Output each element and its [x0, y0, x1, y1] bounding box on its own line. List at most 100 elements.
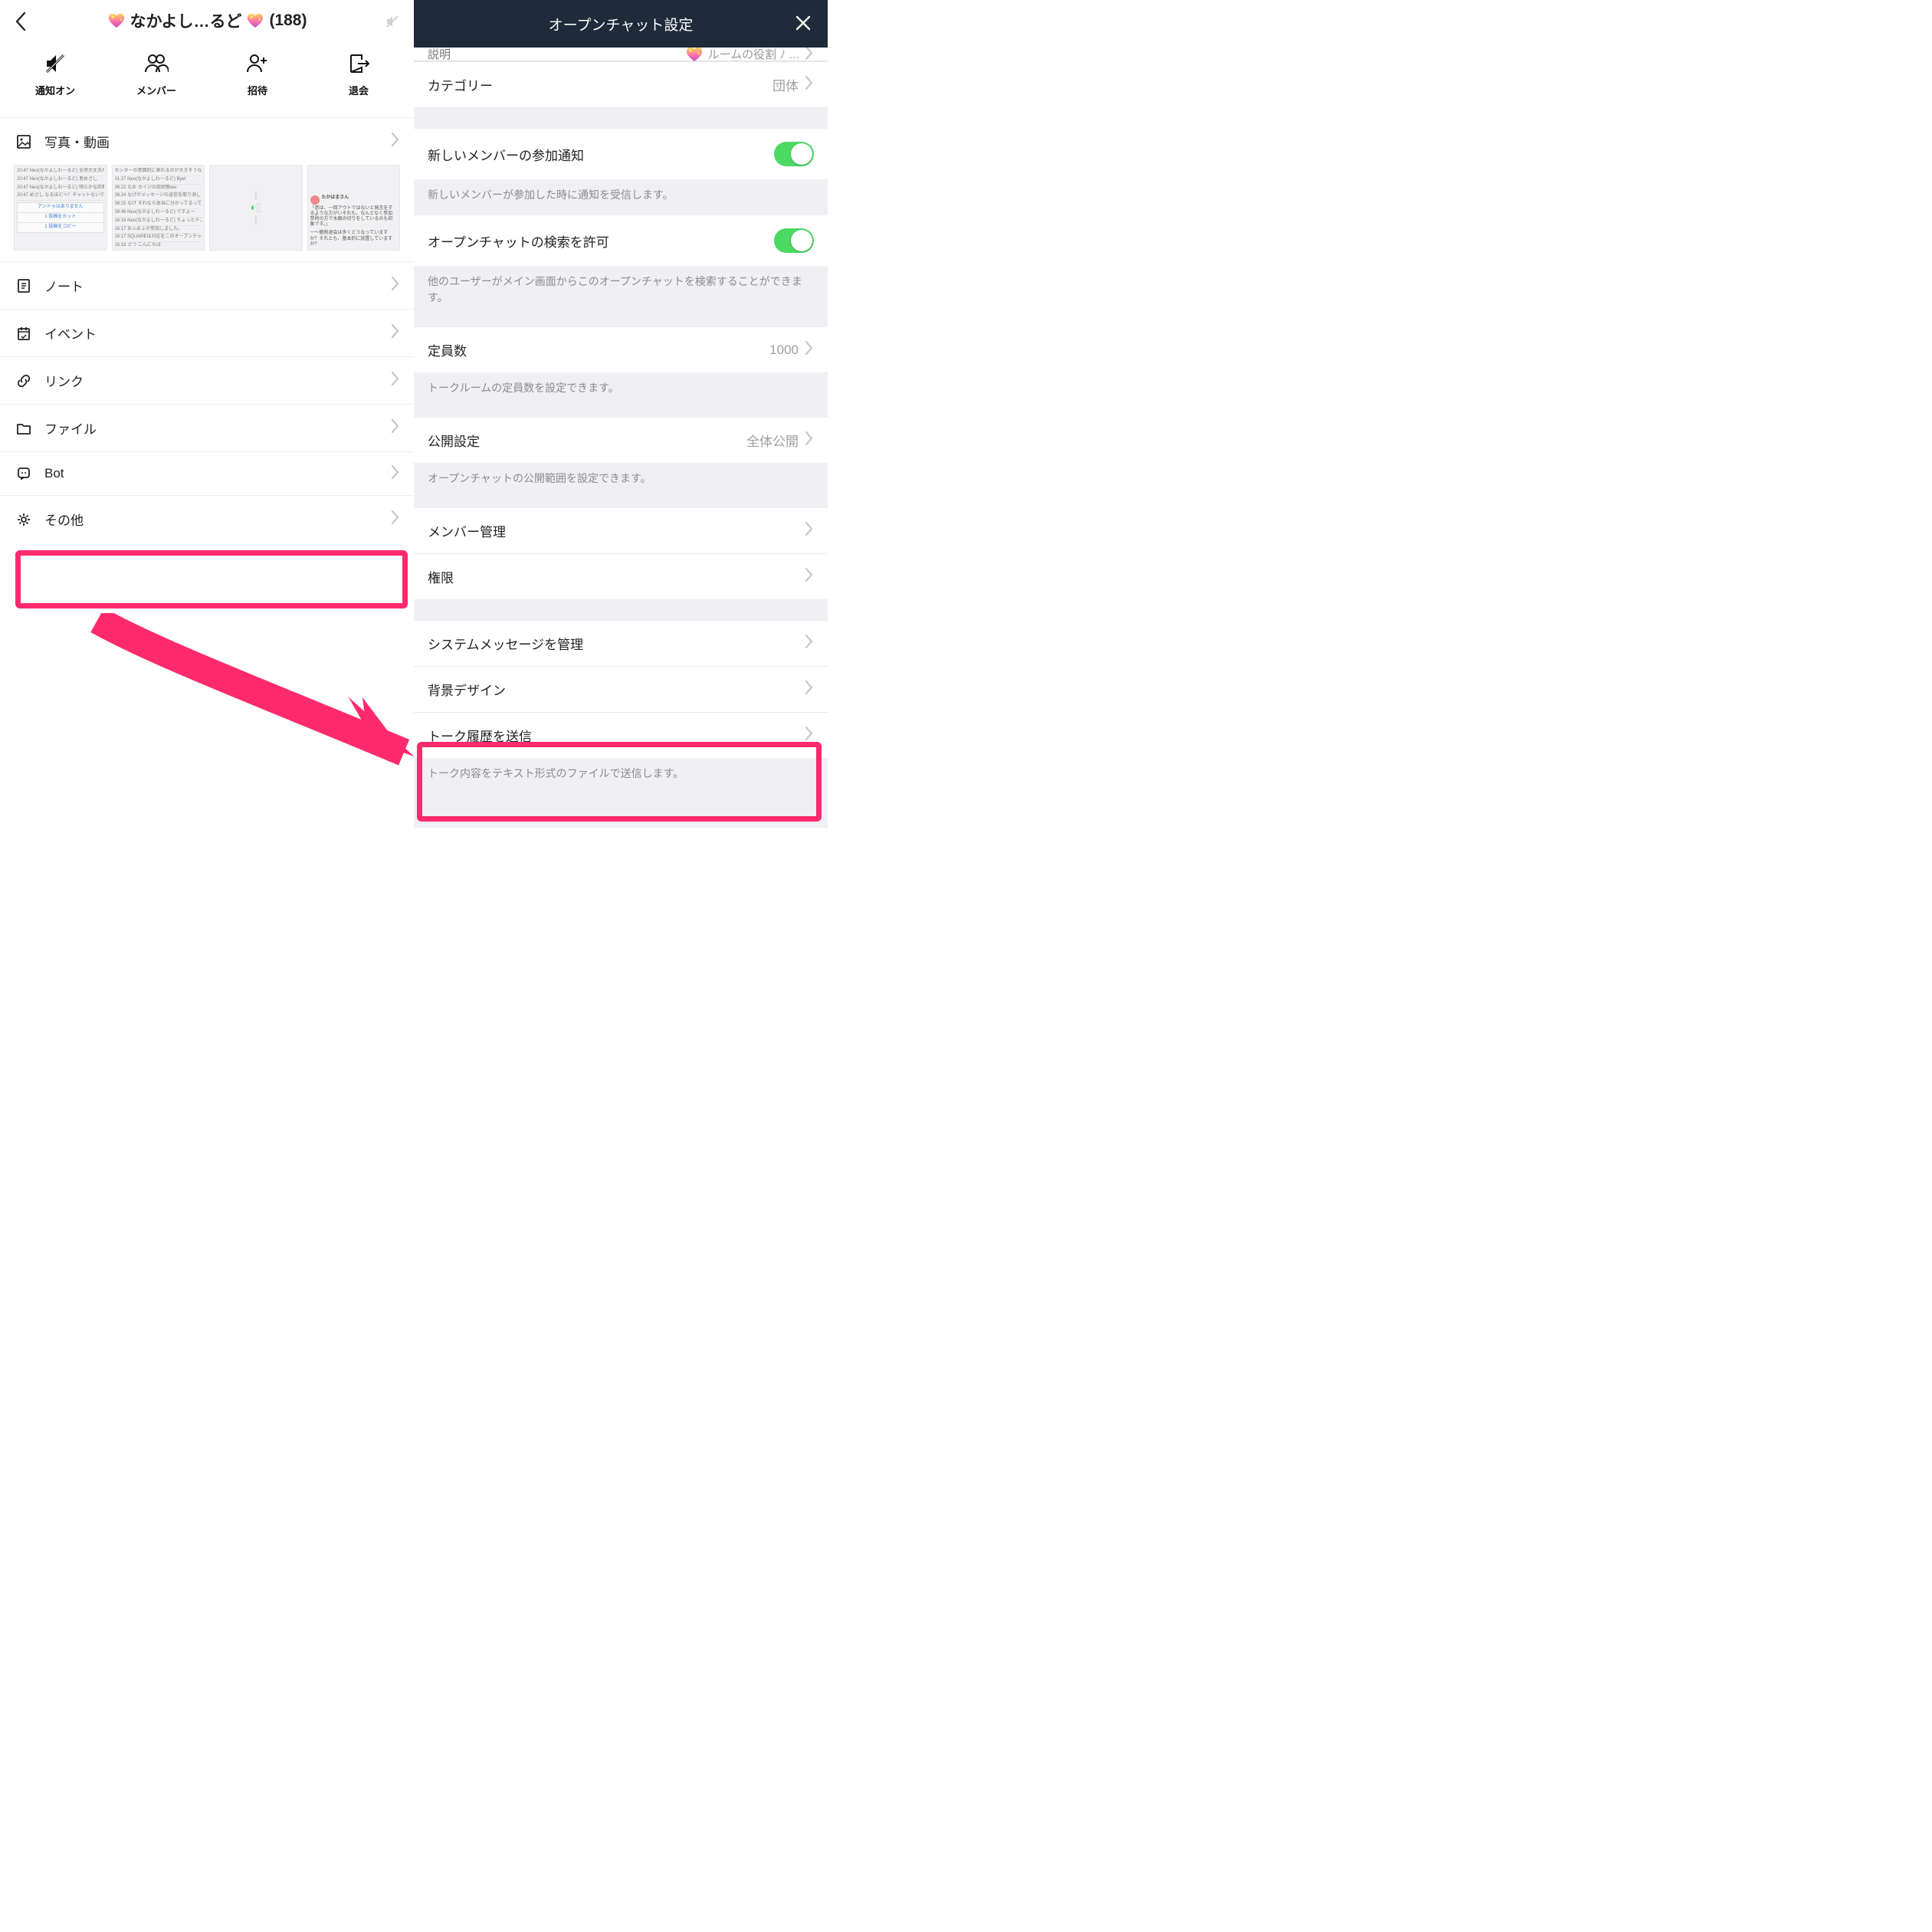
members-icon: [144, 52, 169, 75]
exit-icon: [347, 52, 370, 75]
bot-label: Bot: [44, 466, 64, 481]
chat-menu-screen: なかよし…るど (188) 通知オン メンバー 招待 退会 写真・動画: [0, 0, 414, 828]
files-row[interactable]: ファイル: [0, 404, 414, 451]
background-design-row[interactable]: 背景デザイン: [414, 666, 828, 712]
sparkle-heart-icon: [685, 45, 704, 64]
notes-row[interactable]: ノート: [0, 261, 414, 309]
events-row[interactable]: イベント: [0, 309, 414, 356]
members-button[interactable]: メンバー: [106, 52, 207, 97]
chevron-right-icon: [391, 133, 400, 150]
chat-title-text: なかよし…るど: [130, 9, 242, 32]
thumbnail[interactable]: [209, 165, 303, 251]
openchat-settings-screen: オープンチャット設定 説明 ルームの役割 ﾉ … カテゴリー 団体 新しいメンバ…: [414, 0, 828, 828]
sparkle-heart-icon: [107, 11, 126, 30]
bot-icon: [15, 466, 32, 481]
category-label: カテゴリー: [428, 75, 493, 94]
notes-label: ノート: [44, 276, 84, 295]
visibility-value: 全体公開: [746, 431, 799, 450]
muted-icon: [385, 14, 400, 33]
chevron-right-icon: [805, 431, 814, 449]
note-icon: [15, 278, 32, 294]
chevron-right-icon: [805, 635, 814, 652]
member-management-label: メンバー管理: [428, 521, 506, 540]
allow-search-desc: 他のユーザーがメイン画面からこのオープンチャットを検索することができます。: [414, 266, 828, 318]
send-talk-history-desc: トーク内容をテキスト形式のファイルで送信します。: [414, 758, 828, 800]
chevron-right-icon: [805, 76, 814, 93]
settings-header: オープンチャット設定: [414, 0, 828, 48]
permissions-row[interactable]: 権限: [414, 553, 828, 599]
chat-member-count: (188): [269, 11, 307, 30]
chevron-right-icon: [805, 341, 814, 359]
invite-button[interactable]: 招待: [207, 52, 308, 97]
link-icon: [15, 373, 32, 389]
gear-icon: [15, 512, 32, 527]
category-value: 団体: [772, 75, 799, 94]
chevron-right-icon: [805, 568, 814, 586]
capacity-label: 定員数: [428, 340, 467, 359]
chevron-right-icon: [391, 324, 400, 342]
permissions-label: 権限: [428, 567, 454, 586]
bot-row[interactable]: Bot: [0, 451, 414, 495]
new-member-notification-label: 新しいメンバーの参加通知: [428, 145, 584, 164]
thumbnail[interactable]: たかはまさん 「意は、一回アウトではないと発言をするような方がいそれも、なんとな…: [307, 165, 401, 251]
background-design-label: 背景デザイン: [428, 680, 506, 699]
description-row-peek[interactable]: 説明 ルームの役割 ﾉ …: [414, 48, 828, 61]
capacity-row[interactable]: 定員数 1000: [414, 327, 828, 372]
folder-icon: [15, 421, 32, 436]
allow-search-row: オープンチャットの検索を許可: [414, 215, 828, 266]
chevron-right-icon: [391, 372, 400, 389]
new-member-notification-row: 新しいメンバーの参加通知: [414, 129, 828, 179]
media-thumbnails: 20:47 Neo(なかよしわーるど) 全然大丈夫だと思いますよ 20:47 N…: [0, 165, 414, 261]
visibility-row[interactable]: 公開設定 全体公開: [414, 418, 828, 463]
member-management-row[interactable]: メンバー管理: [414, 508, 828, 553]
chevron-right-icon: [391, 419, 400, 437]
notifications-on-button[interactable]: 通知オン: [5, 52, 106, 97]
settings-title: オープンチャット設定: [549, 14, 694, 34]
allow-search-label: オープンチャットの検索を許可: [428, 231, 609, 251]
send-talk-history-row[interactable]: トーク履歴を送信: [414, 712, 828, 758]
other-label: その他: [44, 510, 84, 529]
visibility-desc: オープンチャットの公開範囲を設定できます。: [414, 463, 828, 499]
chevron-right-icon: [805, 522, 814, 540]
action-bar: 通知オン メンバー 招待 退会: [0, 38, 414, 118]
links-row[interactable]: リンク: [0, 356, 414, 404]
speaker-off-icon: [44, 52, 67, 75]
invite-icon: [245, 52, 270, 75]
invite-label: 招待: [248, 83, 267, 97]
photos-label: 写真・動画: [44, 132, 110, 151]
chat-title: なかよし…るど (188): [107, 9, 307, 32]
visibility-label: 公開設定: [428, 431, 480, 450]
notifications-label: 通知オン: [35, 83, 75, 97]
description-label: 説明: [428, 46, 451, 62]
leave-button[interactable]: 退会: [308, 52, 409, 97]
chevron-right-icon: [805, 681, 814, 698]
photo-icon: [15, 134, 32, 149]
events-label: イベント: [44, 323, 97, 343]
system-messages-row[interactable]: システムメッセージを管理: [414, 621, 828, 666]
chevron-right-icon: [391, 465, 400, 483]
close-button[interactable]: [794, 14, 812, 37]
files-label: ファイル: [44, 418, 97, 438]
members-label: メンバー: [136, 83, 176, 97]
other-settings-row[interactable]: その他: [0, 495, 414, 543]
system-messages-label: システムメッセージを管理: [428, 634, 583, 653]
new-member-notification-desc: 新しいメンバーが参加した時に通知を受信します。: [414, 179, 828, 215]
capacity-desc: トークルームの定員数を設定できます。: [414, 372, 828, 408]
calendar-icon: [15, 326, 32, 341]
left-header: なかよし…るど (188): [0, 0, 414, 38]
allow-search-toggle[interactable]: [774, 228, 814, 253]
sparkle-heart-icon: [246, 11, 264, 30]
chevron-right-icon: [391, 277, 400, 294]
category-row[interactable]: カテゴリー 団体: [414, 61, 828, 107]
photos-videos-row[interactable]: 写真・動画: [0, 118, 414, 165]
capacity-value: 1000: [769, 343, 799, 358]
new-member-notification-toggle[interactable]: [774, 142, 814, 166]
links-label: リンク: [44, 371, 84, 390]
thumbnail[interactable]: 20:47 Neo(なかよしわーるど) 全然大丈夫だと思いますよ 20:47 N…: [14, 165, 107, 251]
chevron-right-icon: [805, 46, 814, 63]
thumbnail[interactable]: センターの意図的に表れるのが大きそうな 01:27 Neo(なかよしわーるど) …: [112, 165, 205, 251]
back-button[interactable]: [14, 11, 28, 36]
description-value: ルームの役割 ﾉ …: [708, 46, 800, 62]
chevron-right-icon: [391, 510, 400, 528]
chevron-right-icon: [805, 727, 814, 744]
